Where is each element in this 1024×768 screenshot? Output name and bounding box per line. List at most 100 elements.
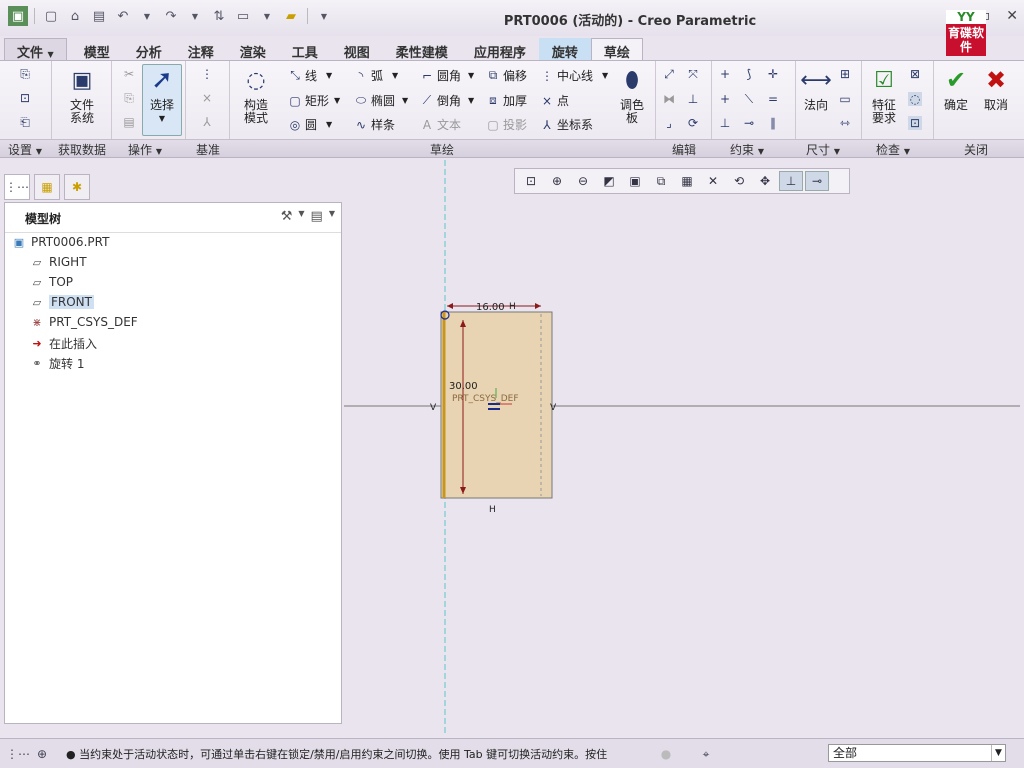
browser-toggle-icon[interactable]: ⊕	[32, 745, 52, 763]
height-dimension-text[interactable]: 30.00	[449, 381, 478, 392]
cut-icon[interactable]: ✂	[122, 67, 136, 81]
equal-constraint-icon[interactable]: =	[766, 92, 780, 106]
tree-item-insert-here[interactable]: ➜ 在此插入	[29, 335, 97, 352]
favorites-tab[interactable]: ✱	[64, 174, 90, 200]
text-button[interactable]: A 文本	[420, 116, 461, 133]
group-label-operations[interactable]: 操作 ▼	[128, 141, 162, 158]
sketch-canvas[interactable]: 16.00 H 30.00 PRT_CSYS_DEF H V V	[344, 160, 1024, 736]
coincident-constraint-icon[interactable]: ⟍	[742, 92, 756, 106]
view-manager-icon[interactable]: ▦	[675, 171, 699, 191]
datum-display-icon[interactable]: ✕	[701, 171, 725, 191]
zoom-out-icon[interactable]: ⊖	[571, 171, 595, 191]
chamfer-button[interactable]: ⟋ 倒角 ▼	[420, 92, 474, 109]
close-button[interactable]: ✕	[1006, 8, 1018, 24]
rectangle-button[interactable]: ▢ 矩形 ▼	[288, 92, 340, 109]
point-button[interactable]: × 点	[540, 92, 569, 109]
thicken-button[interactable]: ⧈ 加厚	[486, 92, 527, 109]
references-icon[interactable]: ⊡	[18, 91, 32, 105]
repaint-icon[interactable]: ◩	[597, 171, 621, 191]
delete-segment-icon[interactable]: ⤧	[686, 67, 700, 81]
sketcher-display-icon[interactable]: ⊸	[805, 171, 829, 191]
centerline-button[interactable]: ⋮ 中心线 ▼	[540, 67, 608, 84]
graphics-window[interactable]: 16.00 H 30.00 PRT_CSYS_DEF H V V	[344, 160, 1024, 736]
ellipse-button[interactable]: ⬭ 椭圆 ▼	[354, 92, 408, 109]
copy-icon[interactable]: ⎘	[122, 91, 136, 105]
group-label-setup[interactable]: 设置 ▼	[8, 141, 42, 158]
parallel-constraint-icon[interactable]: ∥	[766, 116, 780, 130]
annotation-display-icon[interactable]: ⟲	[727, 171, 751, 191]
corner-icon[interactable]: ⌟	[662, 116, 676, 130]
datum-centerline-icon[interactable]: ⋮	[200, 67, 214, 81]
project-button[interactable]: ▢ 投影	[486, 116, 527, 133]
folder-browser-tab[interactable]: ▦	[34, 174, 60, 200]
spin-center-icon[interactable]: ✥	[753, 171, 777, 191]
tab-applications[interactable]: 应用程序	[461, 38, 539, 61]
group-label-dimension[interactable]: 尺寸 ▼	[806, 141, 840, 158]
sketch-setup-icon[interactable]: ⎘	[18, 67, 32, 81]
datum-csys-icon[interactable]: ⅄	[200, 115, 214, 129]
highlight-open-ends-icon[interactable]: ◌	[908, 92, 922, 106]
tree-item-csys[interactable]: ⋇ PRT_CSYS_DEF	[29, 315, 137, 329]
normal-dimension-button[interactable]: ⟷ 法向	[798, 65, 834, 112]
group-label-constrain[interactable]: 约束 ▼	[730, 141, 764, 158]
tab-flexible-modeling[interactable]: 柔性建模	[383, 38, 461, 61]
cancel-button[interactable]: ✖ 取消	[978, 65, 1014, 112]
find-icon[interactable]: ⌖	[696, 745, 716, 763]
tab-analysis[interactable]: 分析	[123, 38, 175, 61]
zoom-in-icon[interactable]: ⊕	[545, 171, 569, 191]
sketch-view-icon[interactable]: ⎗	[18, 115, 32, 129]
display-style-icon[interactable]: ▣	[623, 171, 647, 191]
modify-icon[interactable]: ⤢	[662, 67, 676, 81]
vertical-constraint-icon[interactable]: +	[718, 67, 732, 81]
chevron-down-icon[interactable]: ▼	[298, 209, 304, 224]
midpoint-constraint-icon[interactable]: ✛	[766, 67, 780, 81]
tree-item-revolve[interactable]: ⚭ 旋转 1	[29, 355, 84, 372]
palette-button[interactable]: ⬮ 调色 板	[614, 65, 650, 125]
tree-item-part[interactable]: ▣ PRT0006.PRT	[11, 235, 110, 249]
select-button[interactable]: ➚ 选择 ▼	[142, 64, 182, 136]
tab-render[interactable]: 渲染	[227, 38, 279, 61]
tree-settings-icon[interactable]: ⚒	[281, 209, 293, 224]
model-tree-tab[interactable]: ⋮⋯	[4, 174, 30, 200]
tree-item-front[interactable]: ⏥ FRONT	[29, 295, 94, 309]
tab-tools[interactable]: 工具	[279, 38, 331, 61]
tab-annotate[interactable]: 注释	[175, 38, 227, 61]
baseline-icon[interactable]: ⇿	[838, 116, 852, 130]
tab-file[interactable]: 文件 ▼	[4, 38, 67, 61]
spline-button[interactable]: ∿ 样条	[354, 116, 395, 133]
feature-requirements-button[interactable]: ☑ 特征 要求	[864, 65, 904, 125]
rotate-resize-icon[interactable]: ⟳	[686, 116, 700, 130]
sketch-view-icon[interactable]: ⊥	[779, 171, 803, 191]
construction-mode-button[interactable]: ◌ 构造 模式	[236, 65, 276, 125]
csys-button[interactable]: ⅄ 坐标系	[540, 116, 593, 133]
show-icon[interactable]: ▤	[311, 209, 323, 224]
ok-button[interactable]: ✔ 确定	[938, 65, 974, 112]
offset-button[interactable]: ⧉ 偏移	[486, 67, 527, 84]
shade-closed-loops-icon[interactable]: ⊡	[908, 116, 922, 130]
file-system-button[interactable]: ▣ 文件 系统	[64, 65, 100, 125]
navigator-toggle-icon[interactable]: ⋮⋯	[6, 745, 30, 763]
tree-item-right[interactable]: ⏥ RIGHT	[29, 255, 87, 269]
overlapping-geometry-icon[interactable]: ⊠	[908, 67, 922, 81]
chevron-down-icon[interactable]: ▼	[329, 209, 335, 224]
line-button[interactable]: ⤡ 线 ▼	[288, 67, 332, 84]
datum-point-icon[interactable]: ×	[200, 91, 214, 105]
group-label-inspect[interactable]: 检查 ▼	[876, 141, 910, 158]
selection-filter[interactable]: 全部 ▼	[828, 744, 1006, 762]
saved-orientations-icon[interactable]: ⧉	[649, 171, 673, 191]
tangent-constraint-icon[interactable]: ⟆	[742, 67, 756, 81]
perimeter-icon[interactable]: ⊞	[838, 67, 852, 81]
tab-revolve[interactable]: 旋转	[538, 38, 591, 61]
divide-icon[interactable]: ⊥	[686, 92, 700, 106]
mirror-icon[interactable]: ⧓	[662, 92, 676, 106]
perpendicular-constraint-icon[interactable]: ⊥	[718, 116, 732, 130]
tab-sketch[interactable]: 草绘	[590, 38, 643, 61]
tree-item-top[interactable]: ⏥ TOP	[29, 275, 73, 289]
reference-dim-icon[interactable]: ▭	[838, 92, 852, 106]
width-dimension-text[interactable]: 16.00	[476, 302, 505, 313]
circle-button[interactable]: ◎ 圆 ▼	[288, 116, 332, 133]
arc-button[interactable]: ◝ 弧 ▼	[354, 67, 399, 84]
paste-icon[interactable]: ▤	[122, 115, 136, 129]
chevron-down-icon[interactable]: ▼	[991, 745, 1005, 761]
tab-model[interactable]: 模型	[71, 38, 123, 61]
